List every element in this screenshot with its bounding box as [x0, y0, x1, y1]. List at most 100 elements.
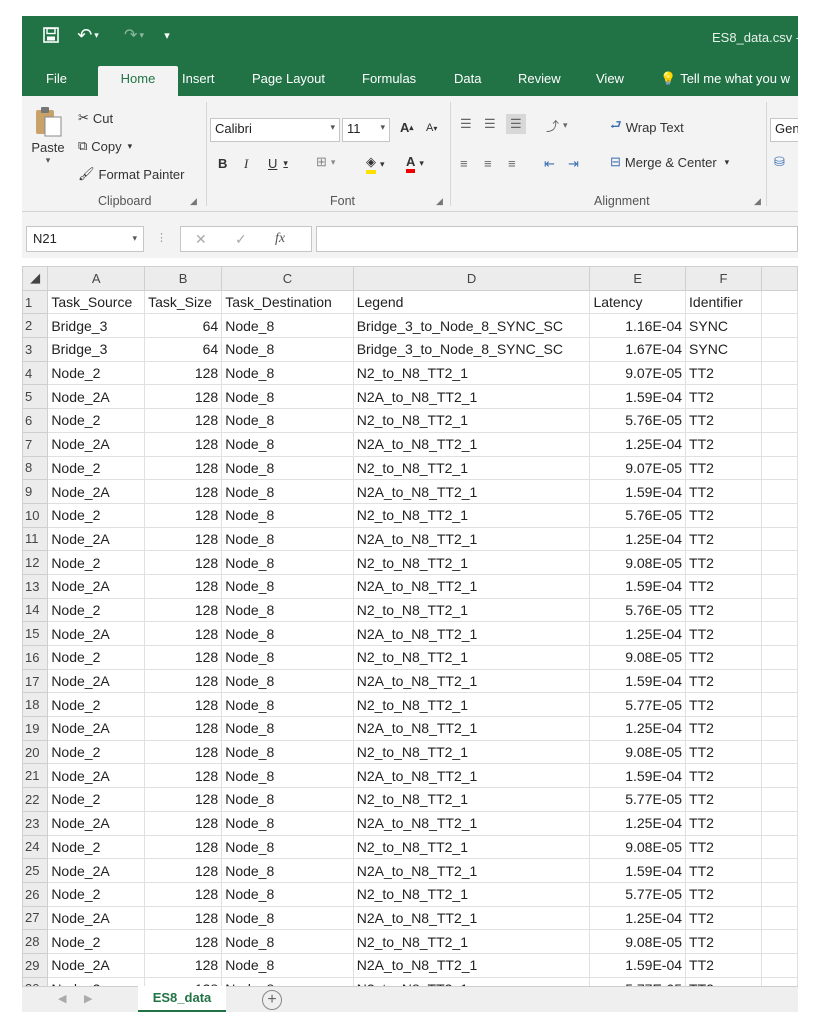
- cell-d21[interactable]: N2A_to_N8_TT2_1: [352, 763, 591, 789]
- grip-icon[interactable]: ⋮: [156, 231, 167, 244]
- cell-f24[interactable]: TT2: [685, 834, 762, 860]
- cell-a6[interactable]: Node_2: [47, 408, 146, 433]
- select-all-corner[interactable]: ◢: [22, 266, 49, 291]
- cell-a26[interactable]: Node_2: [47, 881, 146, 907]
- cell-a18[interactable]: Node_2: [47, 692, 146, 718]
- cell-empty[interactable]: [760, 834, 798, 860]
- cell-d9[interactable]: N2A_to_N8_TT2_1: [352, 479, 591, 504]
- customize-quick-access-icon[interactable]: ▾: [160, 24, 174, 46]
- cell-f17[interactable]: TT2: [685, 668, 762, 694]
- cell-f26[interactable]: TT2: [685, 881, 762, 907]
- cell-e2[interactable]: 1.16E-04: [589, 313, 687, 339]
- cell-f1[interactable]: Identifier: [685, 289, 762, 315]
- cell-e27[interactable]: 1.25E-04: [589, 905, 687, 931]
- cell-c16[interactable]: Node_8: [221, 645, 354, 670]
- save-icon[interactable]: [40, 24, 62, 46]
- cell-a22[interactable]: Node_2: [47, 787, 146, 812]
- cell-d15[interactable]: N2A_to_N8_TT2_1: [352, 621, 591, 646]
- cell-b8[interactable]: 128: [144, 455, 223, 481]
- tab-view[interactable]: View: [588, 66, 632, 96]
- cell-empty[interactable]: [760, 360, 798, 386]
- cell-empty[interactable]: [760, 763, 798, 789]
- cell-d29[interactable]: N2A_to_N8_TT2_1: [352, 952, 591, 978]
- cell-a10[interactable]: Node_2: [47, 502, 146, 528]
- cell-c25[interactable]: Node_8: [221, 858, 354, 883]
- wrap-text-button[interactable]: ⮐ Wrap Text: [610, 116, 684, 138]
- cell-b28[interactable]: 128: [144, 929, 223, 954]
- cell-b14[interactable]: 128: [144, 597, 223, 623]
- row-header[interactable]: 24: [22, 834, 49, 860]
- cell-d18[interactable]: N2_to_N8_TT2_1: [352, 692, 591, 718]
- enter-icon[interactable]: ✓: [235, 231, 247, 248]
- cell-d24[interactable]: N2_to_N8_TT2_1: [352, 834, 591, 860]
- cell-b10[interactable]: 128: [144, 502, 223, 528]
- cell-empty[interactable]: [760, 645, 798, 670]
- cell-b12[interactable]: 128: [144, 550, 223, 575]
- cell-b29[interactable]: 128: [144, 952, 223, 978]
- row-header[interactable]: 8: [22, 455, 49, 481]
- cell-d1[interactable]: Legend: [352, 289, 591, 315]
- tab-insert[interactable]: Insert: [174, 66, 223, 96]
- cell-c21[interactable]: Node_8: [221, 763, 354, 789]
- merge-center-button[interactable]: ⊟ Merge & Center ▾: [610, 154, 729, 170]
- chevron-down-icon[interactable]: ▾: [132, 233, 137, 244]
- column-header-e[interactable]: E: [589, 266, 687, 291]
- cell-b3[interactable]: 64: [144, 337, 223, 362]
- cell-d4[interactable]: N2_to_N8_TT2_1: [352, 360, 591, 386]
- cell-e19[interactable]: 1.25E-04: [589, 716, 687, 741]
- cell-f11[interactable]: TT2: [685, 526, 762, 552]
- cell-e29[interactable]: 1.59E-04: [589, 952, 687, 978]
- cell-a2[interactable]: Bridge_3: [47, 313, 146, 339]
- cell-empty[interactable]: [760, 455, 798, 481]
- cell-e6[interactable]: 5.76E-05: [589, 408, 687, 433]
- cell-f29[interactable]: TT2: [685, 952, 762, 978]
- cell-a29[interactable]: Node_2A: [47, 952, 146, 978]
- cell-d16[interactable]: N2_to_N8_TT2_1: [352, 645, 591, 670]
- cell-c14[interactable]: Node_8: [221, 597, 354, 623]
- row-header[interactable]: 3: [22, 337, 49, 362]
- font-size-combo[interactable]: 11 ▾: [342, 118, 390, 142]
- format-painter-button[interactable]: 🖌 Format Painter: [78, 166, 185, 182]
- cell-a23[interactable]: Node_2A: [47, 810, 146, 836]
- row-header[interactable]: 1: [22, 289, 49, 315]
- row-header[interactable]: 29: [22, 952, 49, 978]
- cell-d8[interactable]: N2_to_N8_TT2_1: [352, 455, 591, 481]
- sheet-tab-es8-data[interactable]: ES8_data: [138, 986, 226, 1012]
- cell-d23[interactable]: N2A_to_N8_TT2_1: [352, 810, 591, 836]
- cell-a3[interactable]: Bridge_3: [47, 337, 146, 362]
- row-header[interactable]: 7: [22, 431, 49, 457]
- cell-a20[interactable]: Node_2: [47, 739, 146, 765]
- cell-e7[interactable]: 1.25E-04: [589, 431, 687, 457]
- cell-b13[interactable]: 128: [144, 573, 223, 599]
- cell-e10[interactable]: 5.76E-05: [589, 502, 687, 528]
- column-header-b[interactable]: B: [144, 266, 223, 291]
- borders-button[interactable]: ⊞ ▾: [316, 154, 335, 170]
- copy-button[interactable]: ⧉ Copy ▾: [78, 138, 132, 154]
- bottom-align-button[interactable]: ☰: [506, 114, 526, 134]
- cell-d13[interactable]: N2A_to_N8_TT2_1: [352, 573, 591, 599]
- cell-a19[interactable]: Node_2A: [47, 716, 146, 741]
- cell-c17[interactable]: Node_8: [221, 668, 354, 694]
- row-header[interactable]: 22: [22, 787, 49, 812]
- cell-b24[interactable]: 128: [144, 834, 223, 860]
- cell-b1[interactable]: Task_Size: [144, 289, 223, 315]
- cell-c5[interactable]: Node_8: [221, 384, 354, 410]
- tab-file[interactable]: File: [38, 66, 75, 96]
- cell-e28[interactable]: 9.08E-05: [589, 929, 687, 954]
- accounting-format-icon[interactable]: ⛁: [774, 154, 785, 170]
- row-header[interactable]: 6: [22, 408, 49, 433]
- row-header[interactable]: 12: [22, 550, 49, 575]
- cell-a24[interactable]: Node_2: [47, 834, 146, 860]
- row-header[interactable]: 13: [22, 573, 49, 599]
- cell-empty[interactable]: [760, 621, 798, 646]
- scroll-left-icon[interactable]: ◀: [58, 992, 66, 1005]
- cell-e17[interactable]: 1.59E-04: [589, 668, 687, 694]
- cell-c24[interactable]: Node_8: [221, 834, 354, 860]
- cell-empty[interactable]: [760, 337, 798, 362]
- cell-d14[interactable]: N2_to_N8_TT2_1: [352, 597, 591, 623]
- cell-d12[interactable]: N2_to_N8_TT2_1: [352, 550, 591, 575]
- cell-empty[interactable]: [760, 408, 798, 433]
- cell-f14[interactable]: TT2: [685, 597, 762, 623]
- formula-input[interactable]: [316, 226, 798, 252]
- cell-e14[interactable]: 5.76E-05: [589, 597, 687, 623]
